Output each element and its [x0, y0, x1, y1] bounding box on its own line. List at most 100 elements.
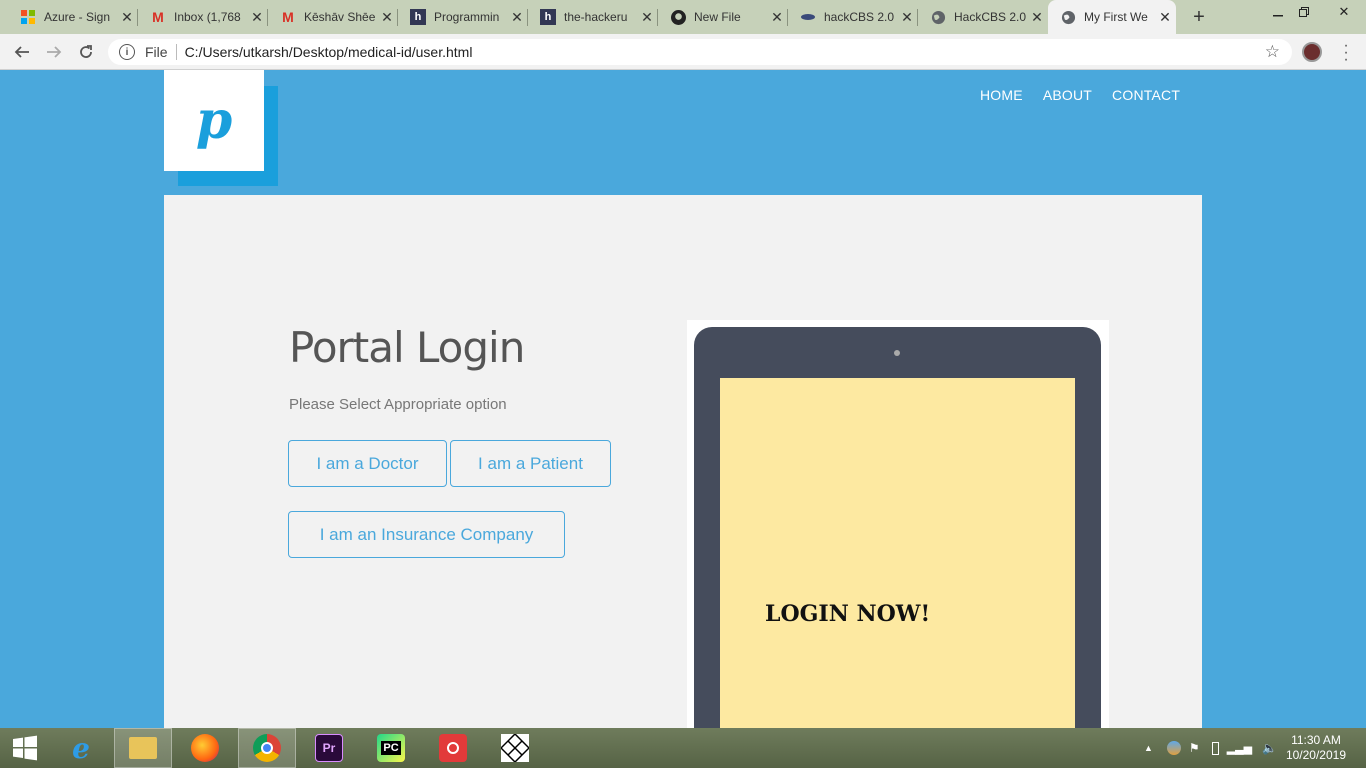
bookmark-star-icon[interactable]: ☆	[1265, 42, 1280, 62]
taskbar-internet-explorer[interactable]: e	[52, 728, 110, 768]
forward-arrow-icon	[47, 46, 62, 58]
reload-button[interactable]	[74, 40, 98, 64]
show-hidden-icons-icon[interactable]: ▲	[1144, 743, 1153, 753]
nav-home-link[interactable]: HOME	[980, 87, 1023, 103]
web-page: p HOME ABOUT CONTACT Portal Login Please…	[0, 70, 1366, 728]
browser-tab[interactable]: New File ✕	[658, 0, 788, 34]
close-icon: ✕	[1338, 4, 1350, 19]
insurance-login-button[interactable]: I am an Insurance Company	[288, 511, 565, 558]
hackcbs-icon	[800, 9, 816, 25]
login-now-text: LOGIN NOW!	[765, 601, 931, 627]
tablet-camera	[894, 350, 900, 356]
tablet-illustration: LOGIN NOW!	[687, 320, 1109, 728]
nav-about-link[interactable]: ABOUT	[1043, 87, 1092, 103]
signal-icon[interactable]: ▂▃▅	[1227, 742, 1252, 755]
close-tab-icon[interactable]: ✕	[896, 9, 918, 26]
back-arrow-icon	[14, 46, 29, 58]
browser-toolbar: i File C:/Users/utkarsh/Desktop/medical-…	[0, 34, 1366, 70]
pycharm-icon: PC	[377, 734, 405, 762]
logo-letter: p	[195, 90, 233, 151]
close-tab-icon[interactable]: ✕	[766, 9, 788, 26]
url-text[interactable]: C:/Users/utkarsh/Desktop/medical-id/user…	[185, 44, 473, 60]
browser-tab[interactable]: M Kēshāv Shēe ✕	[268, 0, 398, 34]
volume-icon[interactable]: 🔈	[1262, 741, 1277, 755]
taskbar-firefox[interactable]	[176, 728, 234, 768]
login-panel: Portal Login Please Select Appropriate o…	[164, 195, 1202, 728]
microsoft-icon	[20, 9, 36, 25]
tablet-screen: LOGIN NOW!	[720, 378, 1075, 728]
browser-tab[interactable]: hackCBS 2.0 ✕	[788, 0, 918, 34]
taskbar-pattern-app[interactable]	[486, 728, 544, 768]
clock-date: 10/20/2019	[1285, 748, 1346, 762]
browser-tab[interactable]: h Programmin ✕	[398, 0, 528, 34]
close-tab-icon[interactable]: ✕	[1154, 9, 1176, 26]
system-clock[interactable]: 11:30 AM 10/20/2019	[1286, 733, 1346, 763]
taskbar-premiere-pro[interactable]: Pr	[300, 728, 358, 768]
forward-button[interactable]	[42, 40, 66, 64]
browser-menu-icon[interactable]: · · ·	[1338, 38, 1354, 68]
tab-title: Azure - Sign	[44, 10, 111, 24]
globe-icon	[1060, 9, 1076, 25]
tablet-body: LOGIN NOW!	[694, 327, 1101, 728]
gmail-icon: M	[282, 9, 294, 25]
clock-time: 11:30 AM	[1291, 733, 1341, 747]
site-logo[interactable]: p	[164, 70, 264, 171]
close-tab-icon[interactable]: ✕	[246, 9, 268, 26]
browser-tab-active[interactable]: My First We ✕	[1048, 0, 1176, 34]
camera-app-icon	[439, 734, 467, 762]
action-center-flag-icon[interactable]: ⚑	[1189, 741, 1200, 755]
browser-tab[interactable]: h the-hackeru ✕	[528, 0, 658, 34]
system-tray: ▲ ⚑ ▂▃▅ 🔈	[1144, 728, 1277, 768]
firefox-icon	[191, 734, 219, 762]
taskbar-chrome[interactable]	[238, 728, 296, 768]
doctor-login-button[interactable]: I am a Doctor	[288, 440, 447, 487]
restore-icon	[1299, 7, 1309, 17]
patient-login-button[interactable]: I am a Patient	[450, 440, 611, 487]
tab-title: Inbox (1,768	[174, 10, 241, 24]
reload-icon	[80, 45, 92, 58]
taskbar-camera-app[interactable]	[424, 728, 482, 768]
close-tab-icon[interactable]: ✕	[506, 9, 528, 26]
tab-title: hackCBS 2.0	[824, 10, 895, 24]
tab-title: New File	[694, 10, 741, 24]
file-explorer-icon	[129, 737, 157, 759]
profile-avatar[interactable]	[1302, 42, 1322, 62]
close-tab-icon[interactable]: ✕	[376, 9, 398, 26]
instruction-text: Please Select Appropriate option	[289, 396, 507, 413]
tab-title: the-hackeru	[564, 10, 628, 24]
new-tab-button[interactable]: +	[1188, 6, 1210, 29]
github-icon	[670, 9, 686, 25]
tab-title: Programmin	[434, 10, 500, 24]
page-title: Portal Login	[289, 323, 525, 372]
tab-title: HackCBS 2.0	[954, 10, 1026, 24]
omnibox-divider	[175, 44, 177, 60]
pattern-app-icon	[501, 734, 529, 762]
taskbar-pycharm[interactable]: PC	[362, 728, 420, 768]
chrome-icon	[253, 734, 281, 762]
internet-explorer-icon: e	[72, 731, 90, 765]
nav-contact-link[interactable]: CONTACT	[1112, 87, 1180, 103]
browser-tab[interactable]: HackCBS 2.0 ✕	[918, 0, 1048, 34]
battery-icon[interactable]	[1211, 741, 1219, 755]
close-window-button[interactable]: ✕	[1322, 0, 1366, 24]
scheme-label: File	[145, 44, 168, 60]
browser-tab[interactable]: M Inbox (1,768 ✕	[138, 0, 268, 34]
taskbar-file-explorer[interactable]	[114, 728, 172, 768]
gmail-icon: M	[152, 9, 164, 25]
info-icon[interactable]: i	[119, 44, 135, 60]
hackerearth-icon: h	[540, 9, 556, 25]
browser-tab[interactable]: Azure - Sign ✕	[0, 0, 138, 34]
network-icon[interactable]	[1166, 741, 1181, 755]
back-button[interactable]	[10, 40, 34, 64]
restore-window-button[interactable]	[1282, 0, 1326, 24]
close-tab-icon[interactable]: ✕	[116, 9, 138, 26]
globe-icon	[930, 9, 946, 25]
premiere-pro-icon: Pr	[315, 734, 343, 762]
start-button[interactable]	[0, 728, 50, 768]
close-tab-icon[interactable]: ✕	[1026, 9, 1048, 26]
close-tab-icon[interactable]: ✕	[636, 9, 658, 26]
address-bar[interactable]: i File C:/Users/utkarsh/Desktop/medical-…	[108, 39, 1292, 65]
windows-taskbar: e Pr PC ▲ ⚑ ▂▃▅ 🔈 11:30 AM 10/20/2019	[0, 728, 1366, 768]
tab-title: Kēshāv Shēe	[304, 10, 376, 24]
hackerearth-icon: h	[410, 9, 426, 25]
